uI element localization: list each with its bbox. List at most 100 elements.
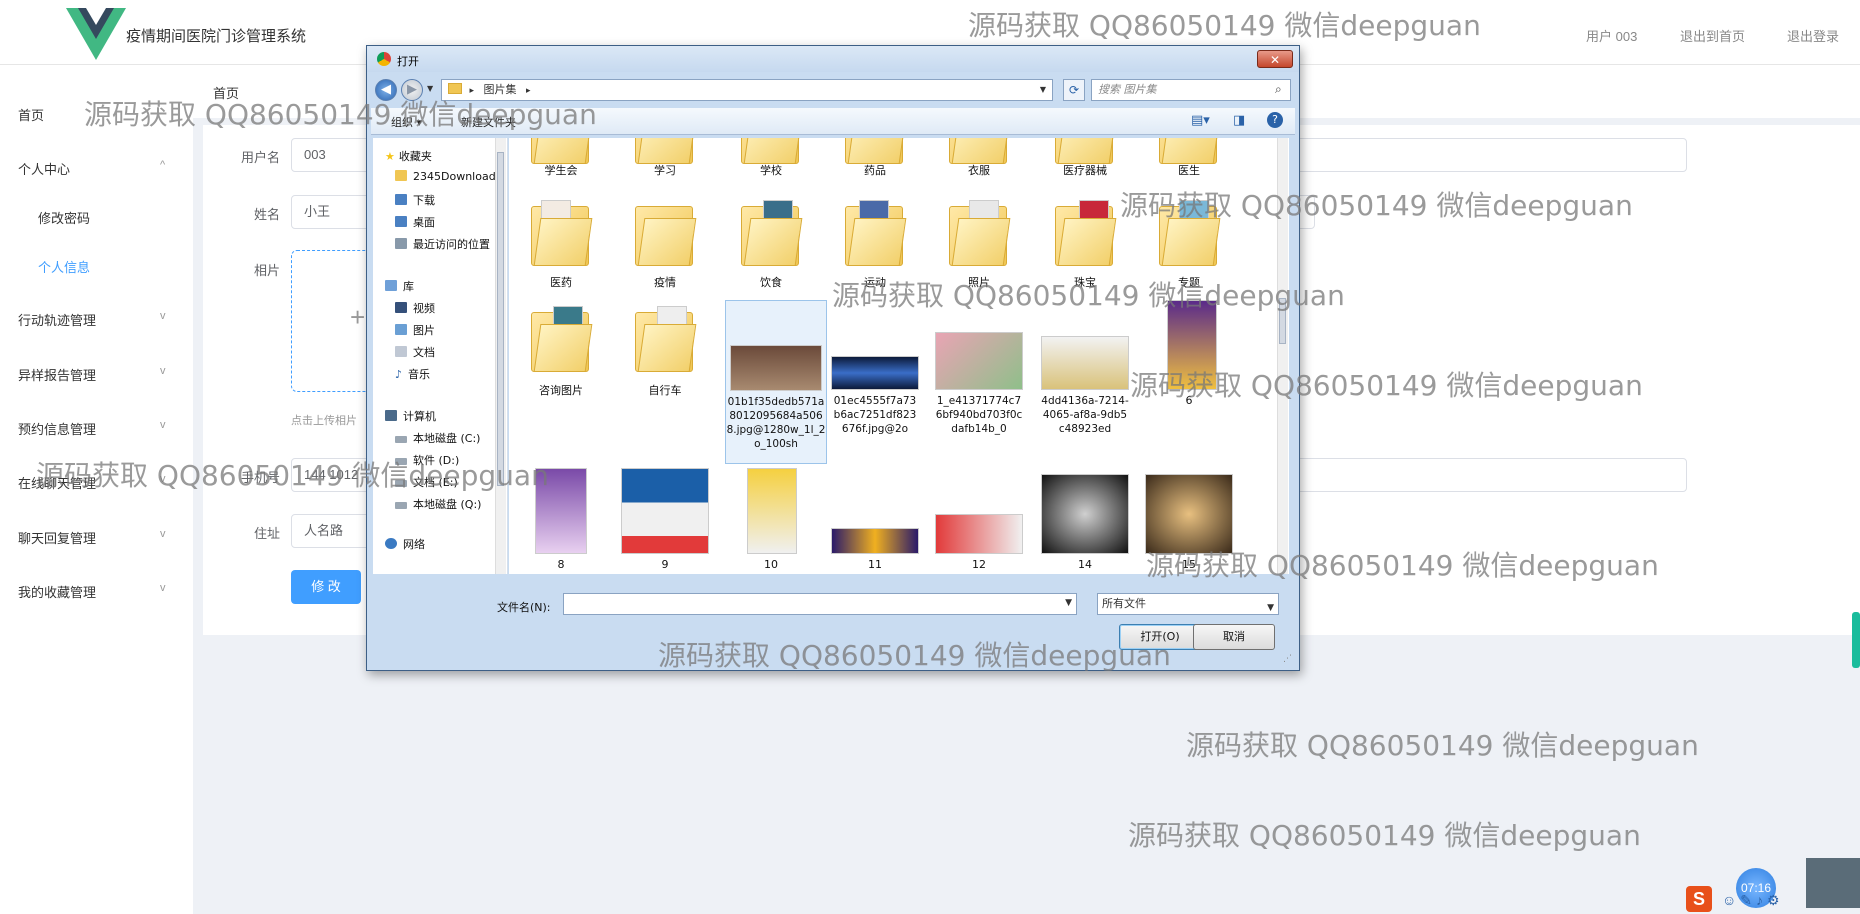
address-dropdown-icon[interactable]: ▼	[1040, 80, 1046, 100]
nav-favorites[interactable]: ★ 收藏夹	[385, 148, 432, 164]
nav-drive-d[interactable]: 软件 (D:)	[395, 452, 459, 468]
image-thumbnail	[1041, 474, 1129, 554]
nav-computer[interactable]: 计算机	[385, 408, 436, 424]
nav-2345downloads[interactable]: 2345Downloads	[395, 170, 501, 183]
image-thumbnail	[747, 468, 797, 554]
image-file-item[interactable]: 9	[621, 468, 709, 574]
scrollbar-thumb[interactable]	[497, 152, 504, 486]
tray-icons[interactable]: ☺✎♪⚙	[1722, 892, 1784, 909]
folder-icon	[635, 306, 697, 372]
image-file-item[interactable]: 8	[517, 468, 605, 574]
organize-menu[interactable]: 组织 ▾	[391, 114, 422, 130]
sidebar-item-appointment[interactable]: 预约信息管理	[18, 419, 96, 438]
sidebar-item-personal-center[interactable]: 个人中心	[18, 159, 70, 178]
forward-button[interactable]: ▶	[401, 79, 423, 101]
nav-scrollbar[interactable]	[495, 138, 506, 574]
close-button[interactable]: ✕	[1257, 50, 1293, 68]
recent-pages-dropdown-icon[interactable]: ▼	[427, 84, 433, 93]
folder-item[interactable]: 珠宝	[1041, 190, 1129, 294]
image-file-item[interactable]: 1_e41371774c76bf940bd703f0cdafb14b_0	[935, 300, 1023, 440]
user-link[interactable]: 用户 003	[1586, 26, 1637, 45]
folder-item[interactable]: 医药	[517, 190, 605, 294]
download-folder-icon	[395, 194, 407, 205]
image-file-item[interactable]: 15	[1145, 468, 1233, 574]
sidebar-item-chat-reply[interactable]: 聊天回复管理	[18, 528, 96, 547]
folder-item[interactable]: 衣服	[935, 138, 1023, 186]
image-file-item[interactable]: 14	[1041, 468, 1129, 574]
sidebar-item-home[interactable]: 首页	[18, 105, 44, 124]
path-segment[interactable]: 图片集	[484, 83, 517, 96]
drive-icon	[395, 502, 407, 509]
folder-item[interactable]: 照片	[935, 190, 1023, 294]
exit-home-link[interactable]: 退出到首页	[1680, 26, 1745, 45]
logout-link[interactable]: 退出登录	[1787, 26, 1839, 45]
folder-icon	[1159, 138, 1221, 164]
cancel-button[interactable]: 取消	[1193, 624, 1275, 650]
folder-item[interactable]: 学习	[621, 138, 709, 186]
refresh-button[interactable]: ⟳	[1063, 79, 1085, 101]
search-input[interactable]: 搜索 图片集	[1091, 79, 1291, 101]
folder-item[interactable]: 学校	[727, 138, 815, 186]
folder-item[interactable]: 咨询图片	[517, 300, 605, 440]
address-label: 住址	[253, 526, 280, 541]
image-file-item[interactable]: 01ec4555f7a73b6ac7251df823676f.jpg@2o	[831, 300, 919, 440]
nav-pictures[interactable]: 图片	[395, 322, 435, 338]
image-thumbnail	[935, 514, 1023, 554]
documents-icon	[395, 346, 407, 357]
page-scrollbar[interactable]	[1852, 612, 1860, 668]
resize-grip-icon[interactable]: ⋰	[1283, 654, 1292, 664]
nav-recent-places[interactable]: 最近访问的位置	[395, 236, 490, 252]
image-file-item[interactable]: 12	[935, 468, 1023, 574]
chevron-up-icon: ^	[160, 159, 166, 171]
folder-item[interactable]: 饮食	[727, 190, 815, 294]
preview-pane-icon[interactable]: ◨	[1233, 113, 1245, 128]
folder-item[interactable]: 疫情	[621, 190, 709, 294]
nav-videos[interactable]: 视频	[395, 300, 435, 316]
sidebar-item-chat[interactable]: 在线聊天管理	[18, 473, 96, 492]
breadcrumb-separator-icon: ▸	[469, 86, 475, 96]
sidebar-item-track[interactable]: 行动轨迹管理	[18, 310, 96, 329]
view-options-icon[interactable]: ▤▾	[1191, 113, 1210, 128]
filename-input[interactable]: ▼	[563, 593, 1077, 615]
filetype-select[interactable]: 所有文件 ▼	[1097, 593, 1279, 615]
folder-item[interactable]: 咨询图片 自行车	[621, 300, 709, 440]
address-bar[interactable]: ▸ 图片集 ▸ ▼	[441, 79, 1053, 101]
folder-item[interactable]: 专题	[1145, 190, 1233, 294]
submit-button[interactable]: 修 改	[291, 570, 361, 604]
nav-drive-q[interactable]: 本地磁盘 (Q:)	[395, 496, 481, 512]
nav-desktop[interactable]: 桌面	[395, 214, 435, 230]
filename-dropdown-icon[interactable]: ▼	[1065, 598, 1072, 608]
nav-libraries[interactable]: 库	[385, 278, 414, 294]
nav-downloads[interactable]: 下载	[395, 192, 435, 208]
folder-item[interactable]: 医疗器械	[1041, 138, 1129, 186]
folder-item[interactable]: 医生	[1145, 138, 1233, 186]
new-folder-button[interactable]: 新建文件夹	[461, 114, 516, 130]
file-list-scrollbar[interactable]	[1277, 138, 1288, 574]
open-button[interactable]: 打开(O)	[1119, 624, 1201, 650]
sidebar-item-personal-info[interactable]: 个人信息	[38, 257, 90, 276]
sidebar-item-anomaly[interactable]: 异样报告管理	[18, 365, 96, 384]
ime-icon[interactable]: S	[1686, 886, 1712, 912]
folder-item[interactable]: 运动	[831, 190, 919, 294]
image-file-item[interactable]: 11	[831, 468, 919, 574]
username-label: 用户名	[240, 150, 280, 165]
back-button[interactable]: ◀	[375, 79, 397, 101]
image-file-item[interactable]: 6	[1145, 300, 1233, 440]
nav-network[interactable]: 网络	[385, 536, 425, 552]
drive-icon	[395, 458, 407, 465]
image-file-item[interactable]: 10	[727, 468, 815, 574]
dialog-titlebar[interactable]: 打开 ✕	[367, 46, 1299, 72]
folder-item[interactable]: 药品	[831, 138, 919, 186]
sidebar-item-change-password[interactable]: 修改密码	[38, 208, 90, 227]
image-file-item-selected[interactable]: 01b1f35dedb571a8012095684a5068.jpg@1280w…	[725, 300, 827, 464]
nav-music[interactable]: ♪ 音乐	[395, 366, 430, 382]
nav-documents[interactable]: 文档	[395, 344, 435, 360]
open-file-dialog: 打开 ✕ ◀ ▶ ▼ ▸ 图片集 ▸ ▼ ⟳ 搜索 图片集 ⌕ 组织 ▾ 新建文…	[366, 45, 1300, 671]
scrollbar-thumb[interactable]	[1279, 298, 1286, 344]
nav-drive-e[interactable]: 文档 (E:)	[395, 474, 458, 490]
sidebar-item-favorites[interactable]: 我的收藏管理	[18, 582, 96, 601]
help-icon[interactable]: ?	[1267, 112, 1283, 128]
folder-item[interactable]: 学生会	[517, 138, 605, 186]
image-file-item[interactable]: 4dd4136a-7214-4065-af8a-9db5c48923ed	[1041, 300, 1129, 440]
nav-drive-c[interactable]: 本地磁盘 (C:)	[395, 430, 480, 446]
